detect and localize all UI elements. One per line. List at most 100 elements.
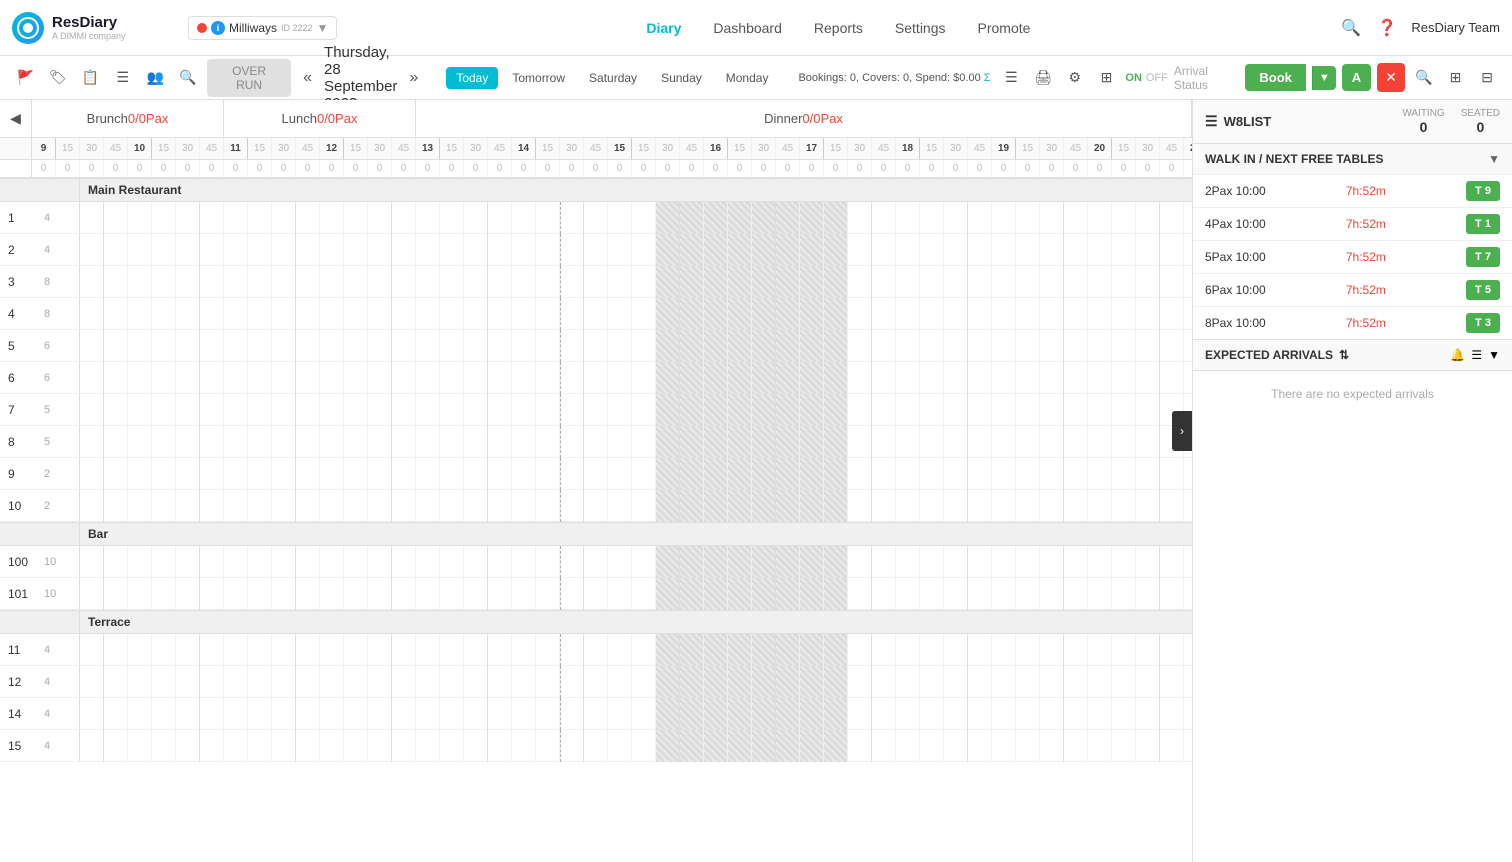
slot-15-40[interactable] [1040,730,1064,762]
slot-101-25[interactable] [680,578,704,610]
slot-6-10[interactable] [320,362,344,394]
slot-4-5[interactable] [200,298,224,330]
slot-5-1[interactable] [104,330,128,362]
slot-3-14[interactable] [416,266,440,298]
slot-7-32[interactable] [848,394,872,426]
slot-9-32[interactable] [848,458,872,490]
slot-14-24[interactable] [656,698,680,730]
slot-12-2[interactable] [128,666,152,698]
slot-12-23[interactable] [632,666,656,698]
slot-12-20[interactable] [560,666,584,698]
slot-7-16[interactable] [464,394,488,426]
slot-100-41[interactable] [1064,546,1088,578]
cancel-button[interactable]: ✕ [1377,63,1405,92]
slot-2-20[interactable] [560,234,584,266]
slot-4-29[interactable] [776,298,800,330]
slot-5-24[interactable] [656,330,680,362]
slot-11-9[interactable] [296,634,320,666]
slot-11-13[interactable] [392,634,416,666]
slot-12-45[interactable] [1160,666,1184,698]
slot-100-2[interactable] [128,546,152,578]
slot-8-40[interactable] [1040,426,1064,458]
slot-100-9[interactable] [296,546,320,578]
slot-1-17[interactable] [488,202,512,234]
slot-14-11[interactable] [344,698,368,730]
slot-3-29[interactable] [776,266,800,298]
slot-7-37[interactable] [968,394,992,426]
slot-10-2[interactable] [128,490,152,522]
slot-1-6[interactable] [224,202,248,234]
slot-100-39[interactable] [1016,546,1040,578]
slot-2-38[interactable] [992,234,1016,266]
slot-100-35[interactable] [920,546,944,578]
slot-7-4[interactable] [176,394,200,426]
slot-5-44[interactable] [1136,330,1160,362]
slot-5-3[interactable] [152,330,176,362]
slot-6-18[interactable] [512,362,536,394]
slot-10-3[interactable] [152,490,176,522]
slot-1-40[interactable] [1040,202,1064,234]
slot-101-39[interactable] [1016,578,1040,610]
slot-10-35[interactable] [920,490,944,522]
slot-5-22[interactable] [608,330,632,362]
slot-7-34[interactable] [896,394,920,426]
slot-1-15[interactable] [440,202,464,234]
slot-1-35[interactable] [920,202,944,234]
slot-6-9[interactable] [296,362,320,394]
slot-9-11[interactable] [344,458,368,490]
slot-3-17[interactable] [488,266,512,298]
slot-4-37[interactable] [968,298,992,330]
slot-7-15[interactable] [440,394,464,426]
slot-3-1[interactable] [104,266,128,298]
slot-101-32[interactable] [848,578,872,610]
slot-1-28[interactable] [752,202,776,234]
slot-101-20[interactable] [560,578,584,610]
slot-3-40[interactable] [1040,266,1064,298]
slot-5-12[interactable] [368,330,392,362]
slot-3-20[interactable] [560,266,584,298]
slot-11-11[interactable] [344,634,368,666]
slot-10-20[interactable] [560,490,584,522]
slot-14-42[interactable] [1088,698,1112,730]
slot-4-13[interactable] [392,298,416,330]
slot-7-18[interactable] [512,394,536,426]
slot-1-22[interactable] [608,202,632,234]
slot-4-1[interactable] [104,298,128,330]
slot-3-8[interactable] [272,266,296,298]
slot-11-26[interactable] [704,634,728,666]
slot-11-8[interactable] [272,634,296,666]
slot-4-38[interactable] [992,298,1016,330]
slot-6-0[interactable] [80,362,104,394]
slot-4-39[interactable] [1016,298,1040,330]
slot-5-43[interactable] [1112,330,1136,362]
slot-14-36[interactable] [944,698,968,730]
slot-5-15[interactable] [440,330,464,362]
slot-10-37[interactable] [968,490,992,522]
slot-10-19[interactable] [536,490,560,522]
nav-settings[interactable]: Settings [895,20,946,36]
slot-101-23[interactable] [632,578,656,610]
slot-3-32[interactable] [848,266,872,298]
slot-100-33[interactable] [872,546,896,578]
slot-8-24[interactable] [656,426,680,458]
slot-6-3[interactable] [152,362,176,394]
slot-11-15[interactable] [440,634,464,666]
slot-100-42[interactable] [1088,546,1112,578]
slot-4-41[interactable] [1064,298,1088,330]
slot-9-23[interactable] [632,458,656,490]
slot-101-38[interactable] [992,578,1016,610]
slot-14-19[interactable] [536,698,560,730]
slot-10-9[interactable] [296,490,320,522]
filter-icon[interactable]: ☰ [999,64,1025,92]
slot-11-30[interactable] [800,634,824,666]
slot-11-41[interactable] [1064,634,1088,666]
slot-10-36[interactable] [944,490,968,522]
slot-2-31[interactable] [824,234,848,266]
slot-14-18[interactable] [512,698,536,730]
slot-12-30[interactable] [800,666,824,698]
slot-14-34[interactable] [896,698,920,730]
slot-101-42[interactable] [1088,578,1112,610]
slot-14-28[interactable] [752,698,776,730]
slot-7-8[interactable] [272,394,296,426]
search2-icon[interactable]: 🔍 [175,64,202,92]
